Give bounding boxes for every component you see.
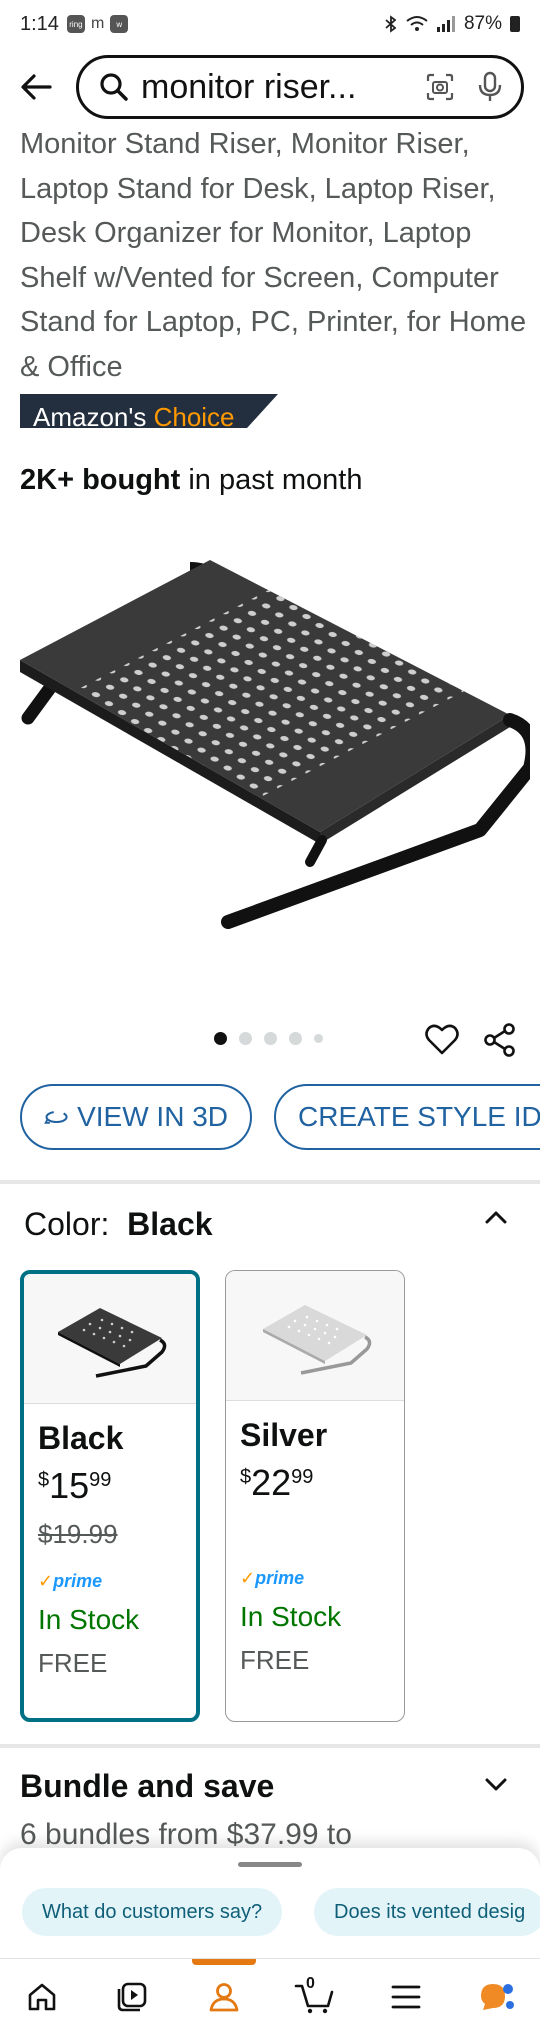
back-button[interactable] xyxy=(16,67,56,107)
menu-icon xyxy=(391,1985,421,2009)
rufus-assistant-icon xyxy=(481,1984,514,2010)
prime-badge: ✓prime xyxy=(38,1571,103,1591)
nav-cart[interactable]: 0 xyxy=(274,1959,354,2034)
status-right: 87% xyxy=(384,13,520,35)
view-in-3d-label: VIEW IN 3D xyxy=(77,1101,228,1132)
amazons-choice-badge: Amazon's Choice xyxy=(20,394,278,428)
bundle-subtitle: 6 bundles from $37.99 to xyxy=(20,1818,352,1851)
view-in-3d-button[interactable]: VIEW IN 3D xyxy=(20,1084,252,1150)
search-bar[interactable]: monitor riser... xyxy=(76,55,524,119)
swatch-price: $15 99 xyxy=(38,1465,112,1506)
chevron-up-icon[interactable] xyxy=(482,1204,510,1232)
video-icon xyxy=(117,1982,147,2012)
bottom-nav: 0 xyxy=(0,1958,540,2034)
carousel-dot-4[interactable] xyxy=(289,1032,302,1045)
nav-video[interactable] xyxy=(92,1959,172,2034)
carousel-dot-1[interactable] xyxy=(214,1032,227,1045)
wishlist-heart-icon[interactable] xyxy=(424,1022,460,1058)
create-style-label: CREATE STYLE IDE xyxy=(298,1101,540,1132)
carousel-dot-5[interactable] xyxy=(314,1034,323,1043)
swatch-stock-status: In Stock xyxy=(38,1604,140,1635)
rotate-3d-icon xyxy=(44,1110,68,1124)
camera-search-icon[interactable] xyxy=(425,72,455,102)
swatch-price: $22 99 xyxy=(240,1462,314,1503)
search-icon xyxy=(100,73,128,101)
carousel-dot-2[interactable] xyxy=(239,1032,252,1045)
cart-count: 0 xyxy=(306,1975,315,1992)
swatch-stock-status: In Stock xyxy=(240,1601,342,1632)
color-option-silver[interactable]: Silver $22 99 ✓prime In Stock FREE xyxy=(225,1270,405,1722)
swatch-thumbnail xyxy=(226,1271,404,1401)
swatch-shipping: FREE xyxy=(240,1645,310,1675)
swatch-shipping: FREE xyxy=(38,1648,108,1678)
section-divider xyxy=(0,1180,540,1184)
nav-account[interactable] xyxy=(184,1959,264,2034)
microphone-icon[interactable] xyxy=(477,71,503,103)
nav-rufus[interactable] xyxy=(456,1959,536,2034)
suggestion-chip[interactable]: What do customers say? xyxy=(22,1888,283,1936)
sheet-drag-handle[interactable] xyxy=(238,1862,302,1867)
home-icon xyxy=(28,1983,56,2011)
swatch-name: Black xyxy=(38,1420,124,1456)
search-input[interactable]: monitor riser... xyxy=(141,68,425,107)
swatch-name: Silver xyxy=(240,1417,328,1453)
color-label: Color: xyxy=(24,1206,110,1242)
action-pills: VIEW IN 3D CREATE STYLE IDE xyxy=(20,1084,540,1152)
battery-icon xyxy=(510,16,520,32)
prime-badge: ✓prime xyxy=(240,1568,305,1588)
create-style-button[interactable]: CREATE STYLE IDE xyxy=(274,1084,540,1150)
wifi-icon xyxy=(406,16,428,31)
suggestion-chip[interactable]: Does its vented desig xyxy=(314,1888,540,1936)
color-selected-value: Black xyxy=(127,1206,213,1242)
section-divider xyxy=(0,1744,540,1748)
carousel-dot-3[interactable] xyxy=(264,1032,277,1045)
bundle-title[interactable]: Bundle and save xyxy=(20,1768,274,1805)
back-arrow-icon xyxy=(21,74,52,100)
m-notification-icon: m xyxy=(90,15,105,32)
color-header: Color: Black xyxy=(24,1206,213,1243)
swatch-thumbnail xyxy=(24,1274,196,1404)
nav-home[interactable] xyxy=(2,1959,82,2034)
ring-notification-icon: ring xyxy=(66,15,85,33)
badge-text-amazons: Amazon's xyxy=(33,402,147,428)
carousel-dots xyxy=(214,1032,323,1045)
chevron-down-icon[interactable] xyxy=(482,1770,510,1798)
bought-count: 2K+ bought xyxy=(20,464,181,496)
search-header: monitor riser... xyxy=(0,48,540,126)
share-icon[interactable] xyxy=(482,1022,518,1058)
swatch-list-price xyxy=(240,1516,390,1548)
product-title[interactable]: Monitor Stand Riser, Monitor Riser, Lapt… xyxy=(20,122,530,389)
bluetooth-icon xyxy=(385,15,397,33)
product-image[interactable] xyxy=(10,540,530,960)
account-icon xyxy=(209,1983,239,2012)
signal-icon xyxy=(436,16,455,32)
swatch-list-price: $19.99 xyxy=(38,1519,118,1549)
status-time: 1:14 xyxy=(20,12,59,35)
nav-menu[interactable] xyxy=(366,1959,446,2034)
battery-percent: 87% xyxy=(463,13,502,34)
bought-in-past-month: 2K+ bought in past month xyxy=(20,464,362,497)
bought-suffix: in past month xyxy=(180,464,363,496)
color-option-black[interactable]: Black $15 99 $19.99 ✓prime In Stock FREE xyxy=(20,1270,200,1722)
badge-text-choice: Choice xyxy=(153,402,235,428)
status-bar: 1:14 ring m w 87% xyxy=(0,0,540,48)
rufus-suggestion-sheet: What do customers say? Does its vented d… xyxy=(0,1848,540,1958)
wear-notification-icon: w xyxy=(110,15,129,33)
